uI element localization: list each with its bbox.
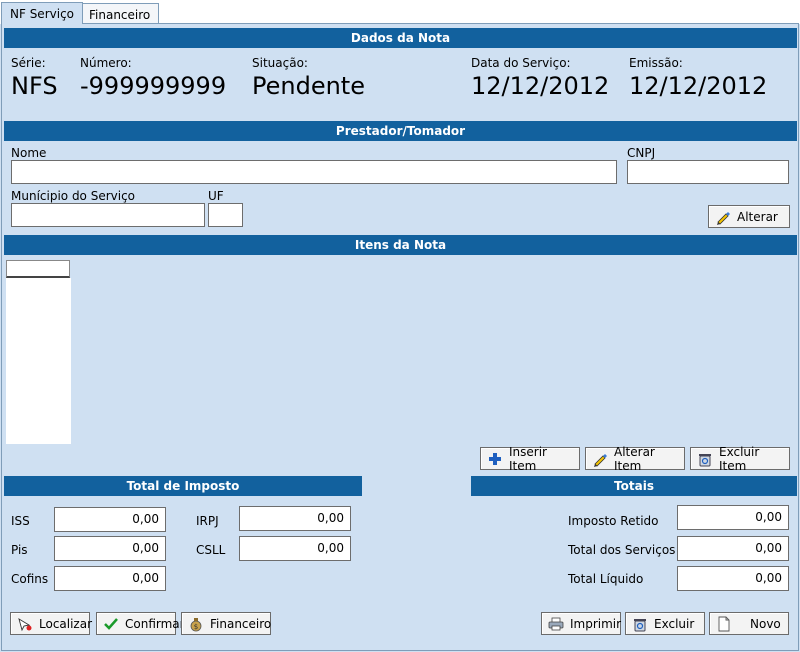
localizar-label: Localizar	[39, 616, 93, 631]
confirmar-button[interactable]: Confirmar	[96, 612, 185, 635]
municipio-input[interactable]	[11, 203, 205, 227]
excluir-item-label: Excluir Item	[719, 444, 760, 473]
inserir-item-label: Inserir Item	[509, 444, 547, 473]
total-servicos-field[interactable]: 0,00	[677, 536, 789, 561]
municipio-label: Munícipio do Serviço	[11, 189, 136, 203]
pencil-icon	[715, 209, 731, 225]
uf-label: UF	[208, 189, 224, 203]
emissao-value: 12/12/2012	[629, 72, 768, 100]
tab-financeiro[interactable]: Financeiro	[80, 3, 160, 24]
checkmark-icon	[103, 616, 119, 632]
novo-button[interactable]: Novo	[709, 612, 789, 635]
pis-field[interactable]: 0,00	[54, 536, 166, 561]
money-bag-icon: $	[188, 616, 204, 632]
excluir-item-button[interactable]: Excluir Item	[690, 444, 790, 473]
financeiro-button[interactable]: $ Financeiro	[181, 612, 271, 635]
new-document-icon	[716, 616, 732, 632]
csll-label: CSLL	[196, 543, 226, 557]
uf-input[interactable]	[208, 203, 243, 227]
cofins-label: Cofins	[11, 572, 49, 586]
itens-header: Itens da Nota	[4, 235, 797, 255]
data-servico-value: 12/12/2012	[471, 72, 610, 100]
cnpj-label: CNPJ	[627, 146, 656, 160]
imprimir-button[interactable]: Imprimir	[541, 612, 621, 635]
printer-icon	[548, 616, 564, 632]
total-liquido-label: Total Líquido	[568, 572, 644, 586]
irpj-field[interactable]: 0,00	[239, 506, 351, 531]
imposto-retido-field[interactable]: 0,00	[677, 505, 789, 530]
alterar-prestador-button[interactable]: Alterar	[708, 205, 790, 228]
csll-field[interactable]: 0,00	[239, 536, 351, 561]
total-liquido-field[interactable]: 0,00	[677, 566, 789, 591]
search-icon	[17, 616, 33, 632]
numero-value: -999999999	[80, 72, 227, 100]
excluir-button[interactable]: Excluir	[625, 612, 705, 635]
dados-nota-header: Dados da Nota	[4, 28, 797, 48]
total-servicos-label: Total dos Serviços	[568, 543, 676, 557]
prestador-header: Prestador/Tomador	[4, 121, 797, 141]
nome-input[interactable]	[11, 160, 617, 184]
alterar-item-label: Alterar Item	[614, 444, 655, 473]
alterar-item-button[interactable]: Alterar Item	[585, 444, 685, 473]
items-grid-header	[6, 260, 70, 278]
situacao-value: Pendente	[252, 72, 365, 100]
pencil-icon	[592, 451, 608, 467]
main-panel: Dados da Nota Série: NFS Número: -999999…	[1, 23, 799, 651]
svg-text:$: $	[194, 623, 198, 631]
data-servico-label: Data do Serviço:	[471, 56, 571, 70]
tab-nf-servico[interactable]: NF Serviço	[1, 2, 84, 24]
totais-header: Totais	[471, 476, 797, 496]
financeiro-label: Financeiro	[210, 616, 272, 631]
inserir-item-button[interactable]: Inserir Item	[480, 444, 580, 473]
iss-field[interactable]: 0,00	[54, 507, 166, 532]
iss-label: ISS	[11, 514, 30, 528]
pis-label: Pis	[11, 543, 28, 557]
situacao-label: Situação:	[252, 56, 308, 70]
cofins-field[interactable]: 0,00	[54, 566, 166, 591]
serie-label: Série:	[11, 56, 46, 70]
alterar-prestador-label: Alterar	[737, 209, 778, 224]
cnpj-input[interactable]	[627, 160, 789, 184]
novo-label: Novo	[750, 616, 781, 631]
emissao-label: Emissão:	[629, 56, 683, 70]
plus-icon	[487, 451, 503, 467]
confirmar-label: Confirmar	[125, 616, 185, 631]
trash-icon	[632, 616, 648, 632]
imposto-header: Total de Imposto	[4, 476, 362, 496]
items-grid[interactable]	[6, 278, 71, 444]
trash-icon	[697, 451, 713, 467]
serie-value: NFS	[11, 72, 58, 100]
nome-label: Nome	[11, 146, 47, 160]
imprimir-label: Imprimir	[570, 616, 622, 631]
irpj-label: IRPJ	[196, 514, 219, 528]
imposto-retido-label: Imposto Retido	[568, 514, 659, 528]
excluir-label: Excluir	[654, 616, 695, 631]
localizar-button[interactable]: Localizar	[10, 612, 93, 635]
numero-label: Número:	[80, 56, 132, 70]
